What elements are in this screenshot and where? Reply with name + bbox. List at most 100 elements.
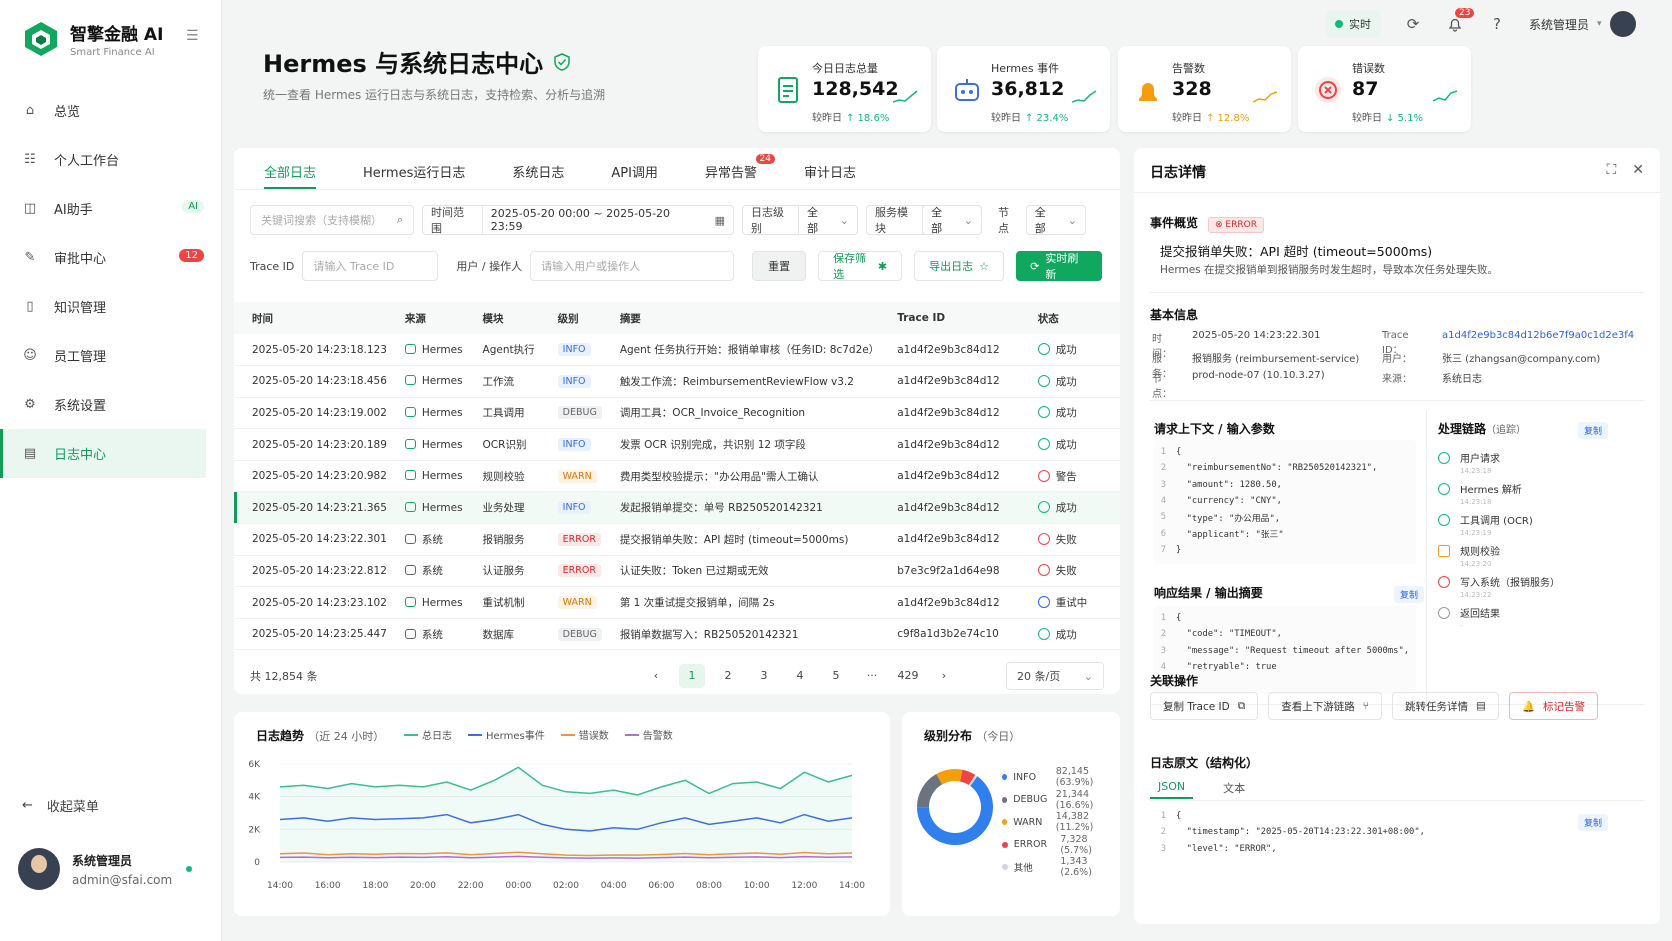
row-trace-id[interactable]: a1d4f2e9b3c84d12 <box>879 365 1020 398</box>
level-select[interactable]: 日志级别 全部 ⌄ <box>742 205 858 235</box>
ops-row: 复制 Trace ID ⧉ 查看上下游链路 ⑂ 跳转任务详情 ▤ 🔔 标记告警 <box>1150 692 1599 720</box>
refresh-icon[interactable]: ⟳ <box>1403 14 1423 34</box>
collapse-menu-button[interactable]: ← 收起菜单 <box>22 796 99 815</box>
row-trace-id[interactable]: a1d4f2e9b3c84d12 <box>879 334 1020 367</box>
row-trace-id[interactable]: c9f8a1d3b2e74c10 <box>879 618 1020 651</box>
chain-step-time: 14:23:19 <box>1460 529 1492 537</box>
table-row[interactable]: 2025-05-20 14:23:18.456 Hermes 工作流 INFO 触发工作… <box>234 365 1120 398</box>
trace-id-input[interactable]: 请输入 Trace ID <box>302 251 439 281</box>
time-range-picker[interactable]: 时间范围 2025-05-20 00:00 ~ 2025-05-20 23:59… <box>422 205 734 235</box>
table-row[interactable]: 2025-05-20 14:23:25.447 系统 数据库 DEBUG 报销单数据写入… <box>234 618 1120 651</box>
code-line: 1{ <box>1154 808 1574 824</box>
chain-step-text: 返回结果 - <box>1460 605 1500 636</box>
row-trace-id[interactable]: a1d4f2e9b3c84d12 <box>879 523 1020 556</box>
live-refresh-button[interactable]: ⟳ 实时刷新 <box>1016 251 1103 281</box>
tab-0[interactable]: 全部日志 <box>264 148 317 189</box>
table-row[interactable]: 2025-05-20 14:23:21.365 Hermes 业务处理 INFO 发起报… <box>234 491 1120 525</box>
tab-2[interactable]: 系统日志 <box>512 148 564 189</box>
table-row[interactable]: 2025-05-20 14:23:20.189 Hermes OCR识别 INFO 发票… <box>234 428 1120 461</box>
sidebar-item-gear[interactable]: ⚙ 系统设置 <box>0 380 222 429</box>
page-button[interactable]: 4 <box>782 664 818 688</box>
live-label: 实时 <box>1349 18 1371 31</box>
raw-tab-0[interactable]: JSON <box>1150 780 1194 799</box>
next-page-icon[interactable]: › <box>926 664 962 688</box>
live-toggle[interactable]: 实时 <box>1325 10 1381 38</box>
page-button[interactable]: 429 <box>890 664 926 688</box>
brand-title: 智擎金融 AI <box>70 25 164 45</box>
x-tick-label: 08:00 <box>696 881 722 891</box>
table-row[interactable]: 2025-05-20 14:23:22.812 系统 认证服务 ERROR 认证失败：T… <box>234 555 1120 588</box>
error-tag-label: ERROR <box>1225 220 1257 230</box>
user-name: 系统管理员 <box>72 853 133 868</box>
table-row[interactable]: 2025-05-20 14:23:23.102 Hermes 重试机制 WARN 第 1… <box>234 586 1120 619</box>
page-button[interactable]: 2 <box>710 664 746 688</box>
row-trace-id[interactable]: b7e3c9f2a1d64e98 <box>879 555 1020 588</box>
sidebar-item-log[interactable]: ▤ 日志中心 <box>0 429 206 478</box>
row-source: Hermes <box>386 428 465 461</box>
row-trace-id[interactable]: a1d4f2e9b3c84d12 <box>879 460 1020 493</box>
copy-chain-button[interactable]: 复制 <box>1578 422 1609 439</box>
menu-collapse-icon[interactable]: ☰ <box>186 28 199 44</box>
sidebar-item-book[interactable]: ▯ 知识管理 <box>0 282 222 331</box>
bell-icon[interactable]: 23 <box>1445 8 1475 34</box>
level-badge: INFO <box>557 438 591 452</box>
copy-raw-button[interactable]: 复制 <box>1578 814 1609 831</box>
raw-tab-1[interactable]: 文本 <box>1223 780 1245 799</box>
row-level: INFO <box>539 491 602 525</box>
admin-menu[interactable]: 系统管理员 ▾ <box>1529 11 1636 37</box>
log-tabs: 全部日志 Hermes运行日志 系统日志 API调用 异常告警 24 审计日志 <box>234 148 1120 190</box>
copy-response-button[interactable]: 复制 <box>1394 586 1425 603</box>
sidebar-item-users[interactable]: ☷ 个人工作台 <box>0 135 222 184</box>
page-button[interactable]: 3 <box>746 664 782 688</box>
tab-3[interactable]: API调用 <box>611 148 658 189</box>
sidebar-item-edit[interactable]: ✎ 审批中心 12 <box>0 233 222 282</box>
chain-step: Hermes 解析 14:23:18 <box>1438 481 1560 512</box>
tab-1[interactable]: Hermes运行日志 <box>363 148 465 189</box>
row-time: 2025-05-20 14:23:20.189 <box>234 428 387 461</box>
code-line: 2 "timestamp": "2025-05-20T14:23:22.301+… <box>1154 824 1574 840</box>
sidebar-item-label: AI助手 <box>54 203 93 218</box>
table-row[interactable]: 2025-05-20 14:23:20.982 Hermes 规则校验 WARN 费用类… <box>234 460 1120 493</box>
sidebar-item-person[interactable]: ☺ 员工管理 <box>0 331 222 380</box>
basic-info-value: 系统日志 <box>1442 374 1482 385</box>
close-icon[interactable]: ✕ <box>1632 162 1644 178</box>
sidebar-item-ai[interactable]: ◫ AI助手 AI <box>0 184 222 233</box>
page-button[interactable]: 1 <box>679 664 705 688</box>
op-button-2[interactable]: 跳转任务详情 ▤ <box>1392 692 1499 720</box>
op-button-1[interactable]: 查看上下游链路 ⑂ <box>1268 692 1383 720</box>
row-trace-id[interactable]: a1d4f2e9b3c84d12 <box>879 586 1020 619</box>
reset-button[interactable]: 重置 <box>752 251 807 281</box>
prev-page-icon[interactable]: ‹ <box>638 664 674 688</box>
op-button-0[interactable]: 复制 Trace ID ⧉ <box>1150 692 1259 720</box>
table-row[interactable]: 2025-05-20 14:23:18.123 Hermes Agent执行 INFO… <box>234 334 1120 367</box>
row-trace-id[interactable]: a1d4f2e9b3c84d12 <box>879 428 1020 461</box>
node-select[interactable]: 节点 全部 ⌄ <box>990 205 1086 235</box>
row-trace-id[interactable]: a1d4f2e9b3c84d12 <box>879 397 1020 430</box>
row-trace-id[interactable]: a1d4f2e9b3c84d12 <box>879 491 1020 525</box>
page-button[interactable]: ··· <box>854 664 890 688</box>
expand-icon[interactable]: ⛶ <box>1606 162 1616 178</box>
row-summary: 报销单数据写入：RB250520142321 <box>601 618 880 651</box>
op-button-3[interactable]: 🔔 标记告警 <box>1508 692 1599 720</box>
brand-logo[interactable]: 智擎金融 AI Smart Finance AI <box>22 20 163 58</box>
user-filter-input[interactable]: 请输入用户或操作人 <box>530 251 735 281</box>
row-source-label: Hermes <box>421 375 463 388</box>
keyword-search-input[interactable]: 关键词搜索（支持模糊） ⌕ <box>250 205 414 235</box>
x-tick-label: 04:00 <box>601 881 627 891</box>
page-size-select[interactable]: 20 条/页 ⌄ <box>1006 662 1104 690</box>
module-select[interactable]: 服务模块 全部 ⌄ <box>866 205 982 235</box>
table-row[interactable]: 2025-05-20 14:23:19.002 Hermes 工具调用 DEBUG 调用… <box>234 397 1120 430</box>
user-card[interactable]: 系统管理员 admin@sfai.com <box>18 848 172 890</box>
verified-shield-icon <box>554 52 570 71</box>
save-filter-button[interactable]: 保存筛选 ✱ <box>818 251 903 281</box>
tab-4[interactable]: 异常告警 24 <box>705 148 775 189</box>
basic-info-value[interactable]: a1d4f2e9b3c84d12b6e7f9a0c1d2e3f4 <box>1442 330 1634 350</box>
row-module: 认证服务 <box>464 555 540 588</box>
page-button[interactable]: 5 <box>818 664 854 688</box>
table-row[interactable]: 2025-05-20 14:23:22.301 系统 报销服务 ERROR 提交报销单失… <box>234 523 1120 556</box>
level-value: 全部 <box>807 206 819 235</box>
tab-5[interactable]: 审计日志 <box>804 148 856 189</box>
sidebar-item-home[interactable]: ⌂ 总览 <box>0 86 222 135</box>
help-icon[interactable]: ? <box>1487 14 1507 34</box>
export-button[interactable]: 导出日志 ☆ <box>914 251 1005 281</box>
